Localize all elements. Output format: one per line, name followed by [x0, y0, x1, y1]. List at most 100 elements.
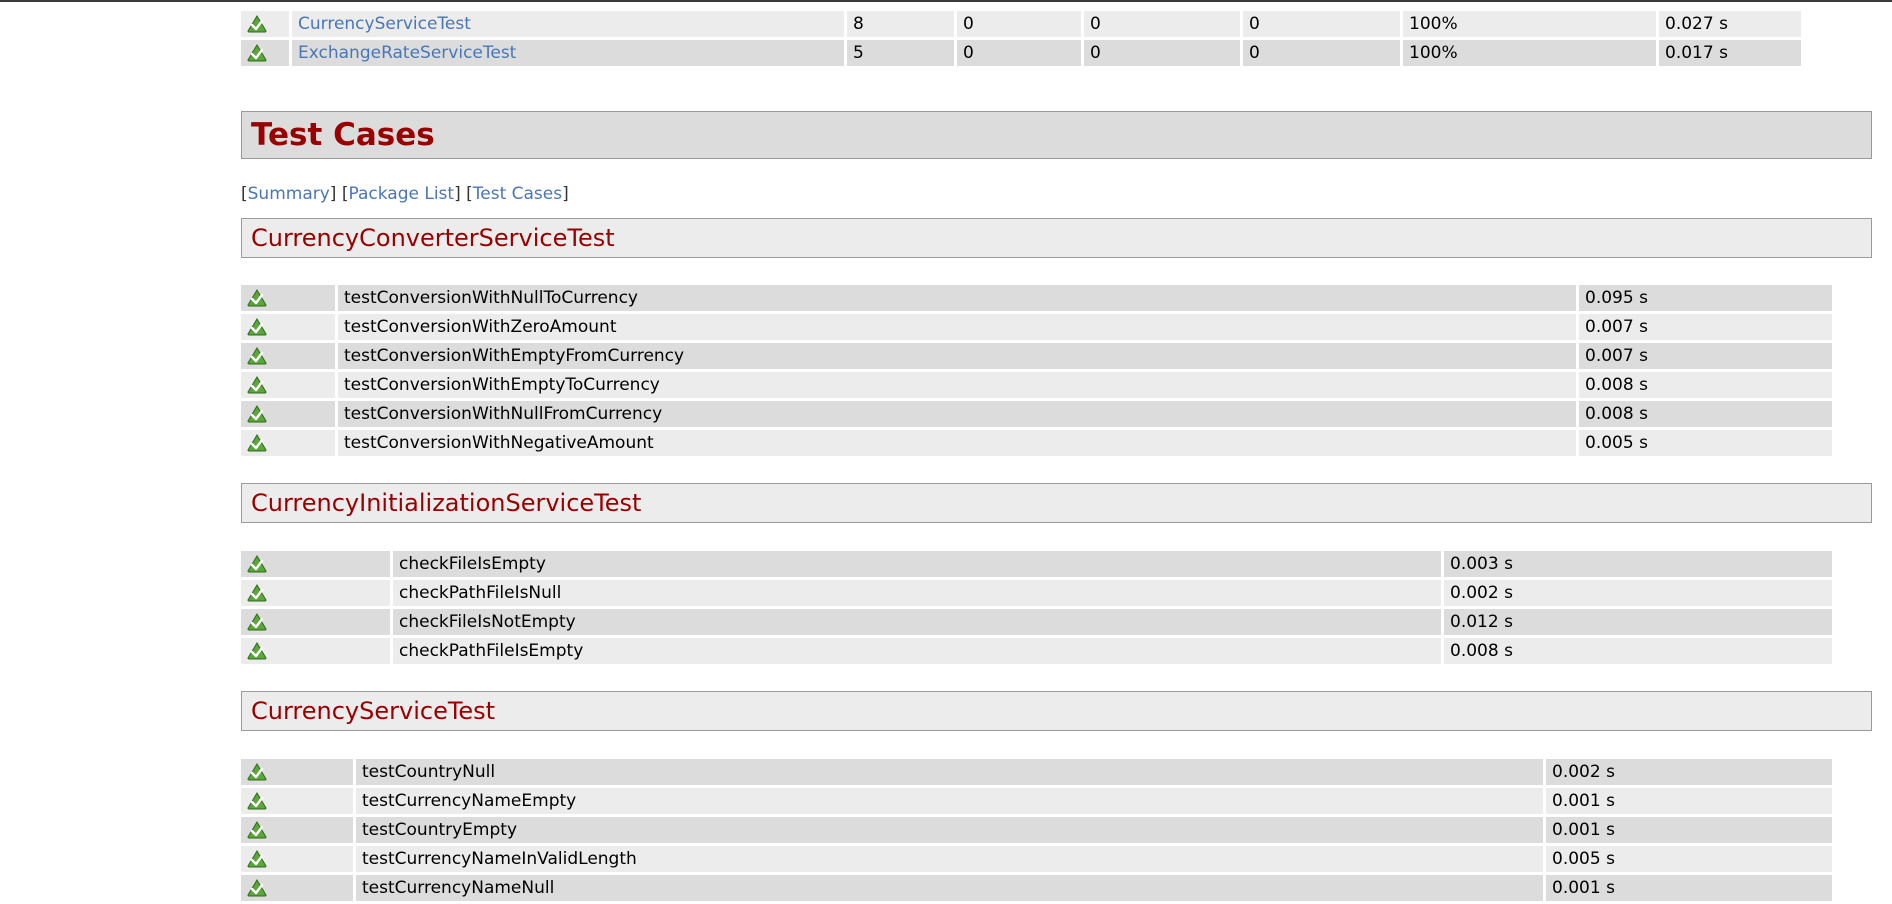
test-name-cell: testCountryNull — [356, 759, 1543, 785]
test-status-cell — [241, 846, 353, 872]
test-case-row: testConversionWithNullFromCurrency 0.008 … — [241, 401, 1832, 427]
test-status-cell — [241, 551, 390, 577]
summary-table: CurrencyServiceTest 8 0 0 0 100% 0.027 s… — [238, 8, 1804, 69]
success-check-icon — [247, 613, 267, 631]
test-case-row: testCurrencyNameNull 0.001 s — [241, 875, 1832, 901]
test-status-cell — [241, 372, 335, 398]
test-case-row: testCurrencyNameInValidLength 0.005 s — [241, 846, 1832, 872]
test-status-cell — [241, 875, 353, 901]
test-status-cell — [241, 609, 390, 635]
test-name-cell: testConversionWithEmptyToCurrency — [338, 372, 1576, 398]
test-cases-table: testCountryNull 0.002 s testCurrencyNameEm… — [238, 756, 1835, 904]
summary-status-cell — [241, 40, 289, 66]
test-time-cell: 0.008 s — [1579, 372, 1832, 398]
section-heading-currency-initialization: CurrencyInitializationServiceTest — [241, 483, 1872, 523]
test-status-cell — [241, 343, 335, 369]
test-time-cell: 0.001 s — [1546, 788, 1832, 814]
test-name-cell: testConversionWithNegativeAmount — [338, 430, 1576, 456]
test-case-row: checkFileIsEmpty 0.003 s — [241, 551, 1832, 577]
test-time-cell: 0.007 s — [1579, 343, 1832, 369]
summary-errors-cell: 0 — [957, 40, 1081, 66]
summary-class-link[interactable]: ExchangeRateServiceTest — [298, 43, 516, 63]
test-status-cell — [241, 580, 390, 606]
success-check-icon — [247, 434, 267, 452]
summary-link[interactable]: Summary — [248, 184, 330, 204]
success-check-icon — [247, 642, 267, 660]
test-time-cell: 0.008 s — [1444, 638, 1832, 664]
summary-tests-cell: 8 — [847, 11, 954, 37]
test-status-cell — [241, 817, 353, 843]
summary-row: ExchangeRateServiceTest 5 0 0 0 100% 0.0… — [241, 40, 1801, 66]
success-check-icon — [247, 555, 267, 573]
summary-skipped-cell: 0 — [1243, 11, 1400, 37]
test-name-cell: testConversionWithNullFromCurrency — [338, 401, 1576, 427]
test-case-row: testConversionWithNullToCurrency 0.095 s — [241, 285, 1832, 311]
success-check-icon — [247, 405, 267, 423]
success-check-icon — [247, 879, 267, 897]
test-name-cell: testConversionWithEmptyFromCurrency — [338, 343, 1576, 369]
success-check-icon — [247, 15, 267, 33]
test-name-cell: checkFileIsEmpty — [393, 551, 1441, 577]
test-time-cell: 0.012 s — [1444, 609, 1832, 635]
test-cases-table: checkFileIsEmpty 0.003 s checkPathFileIsNu… — [238, 548, 1835, 667]
success-check-icon — [247, 347, 267, 365]
test-time-cell: 0.005 s — [1546, 846, 1832, 872]
test-status-cell — [241, 430, 335, 456]
summary-status-cell — [241, 11, 289, 37]
test-case-row: checkPathFileIsEmpty 0.008 s — [241, 638, 1832, 664]
test-status-cell — [241, 401, 335, 427]
test-case-row: testConversionWithEmptyToCurrency 0.008 s — [241, 372, 1832, 398]
test-name-cell: testCurrencyNameEmpty — [356, 788, 1543, 814]
summary-class-cell: ExchangeRateServiceTest — [292, 40, 844, 66]
summary-class-cell: CurrencyServiceTest — [292, 11, 844, 37]
summary-class-link[interactable]: CurrencyServiceTest — [298, 14, 471, 34]
report-content: CurrencyServiceTest 8 0 0 0 100% 0.027 s… — [238, 8, 1872, 904]
test-time-cell: 0.005 s — [1579, 430, 1832, 456]
test-time-cell: 0.001 s — [1546, 817, 1832, 843]
success-check-icon — [247, 850, 267, 868]
success-check-icon — [247, 584, 267, 602]
test-cases-heading: Test Cases — [241, 111, 1872, 159]
test-name-cell: testCurrencyNameNull — [356, 875, 1543, 901]
test-status-cell — [241, 314, 335, 340]
success-check-icon — [247, 318, 267, 336]
success-check-icon — [247, 763, 267, 781]
summary-errors-cell: 0 — [957, 11, 1081, 37]
test-name-cell: checkFileIsNotEmpty — [393, 609, 1441, 635]
test-time-cell: 0.001 s — [1546, 875, 1832, 901]
test-status-cell — [241, 759, 353, 785]
section-heading-currency-service: CurrencyServiceTest — [241, 691, 1872, 731]
test-status-cell — [241, 788, 353, 814]
test-case-row: testConversionWithEmptyFromCurrency 0.007… — [241, 343, 1832, 369]
summary-failures-cell: 0 — [1084, 40, 1240, 66]
summary-skipped-cell: 0 — [1243, 40, 1400, 66]
test-name-cell: checkPathFileIsEmpty — [393, 638, 1441, 664]
success-check-icon — [247, 289, 267, 307]
package-list-link[interactable]: Package List — [348, 184, 454, 204]
test-case-row: checkPathFileIsNull 0.002 s — [241, 580, 1832, 606]
test-cases-link[interactable]: Test Cases — [473, 184, 562, 204]
success-check-icon — [247, 792, 267, 810]
success-check-icon — [247, 821, 267, 839]
test-case-row: testConversionWithNegativeAmount 0.005 s — [241, 430, 1832, 456]
test-name-cell: testConversionWithNullToCurrency — [338, 285, 1576, 311]
test-name-cell: checkPathFileIsNull — [393, 580, 1441, 606]
success-check-icon — [247, 376, 267, 394]
test-name-cell: testCurrencyNameInValidLength — [356, 846, 1543, 872]
test-case-row: testCountryNull 0.002 s — [241, 759, 1832, 785]
test-case-row: testCurrencyNameEmpty 0.001 s — [241, 788, 1832, 814]
test-time-cell: 0.095 s — [1579, 285, 1832, 311]
test-name-cell: testCountryEmpty — [356, 817, 1543, 843]
summary-time-cell: 0.017 s — [1659, 40, 1801, 66]
test-case-row: testConversionWithZeroAmount 0.007 s — [241, 314, 1832, 340]
success-check-icon — [247, 44, 267, 62]
summary-success-rate-cell: 100% — [1403, 40, 1656, 66]
summary-failures-cell: 0 — [1084, 11, 1240, 37]
section-heading-currency-converter: CurrencyConverterServiceTest — [241, 218, 1872, 258]
test-time-cell: 0.003 s — [1444, 551, 1832, 577]
summary-tests-cell: 5 — [847, 40, 954, 66]
summary-success-rate-cell: 100% — [1403, 11, 1656, 37]
test-case-row: testCountryEmpty 0.001 s — [241, 817, 1832, 843]
summary-time-cell: 0.027 s — [1659, 11, 1801, 37]
test-case-row: checkFileIsNotEmpty 0.012 s — [241, 609, 1832, 635]
